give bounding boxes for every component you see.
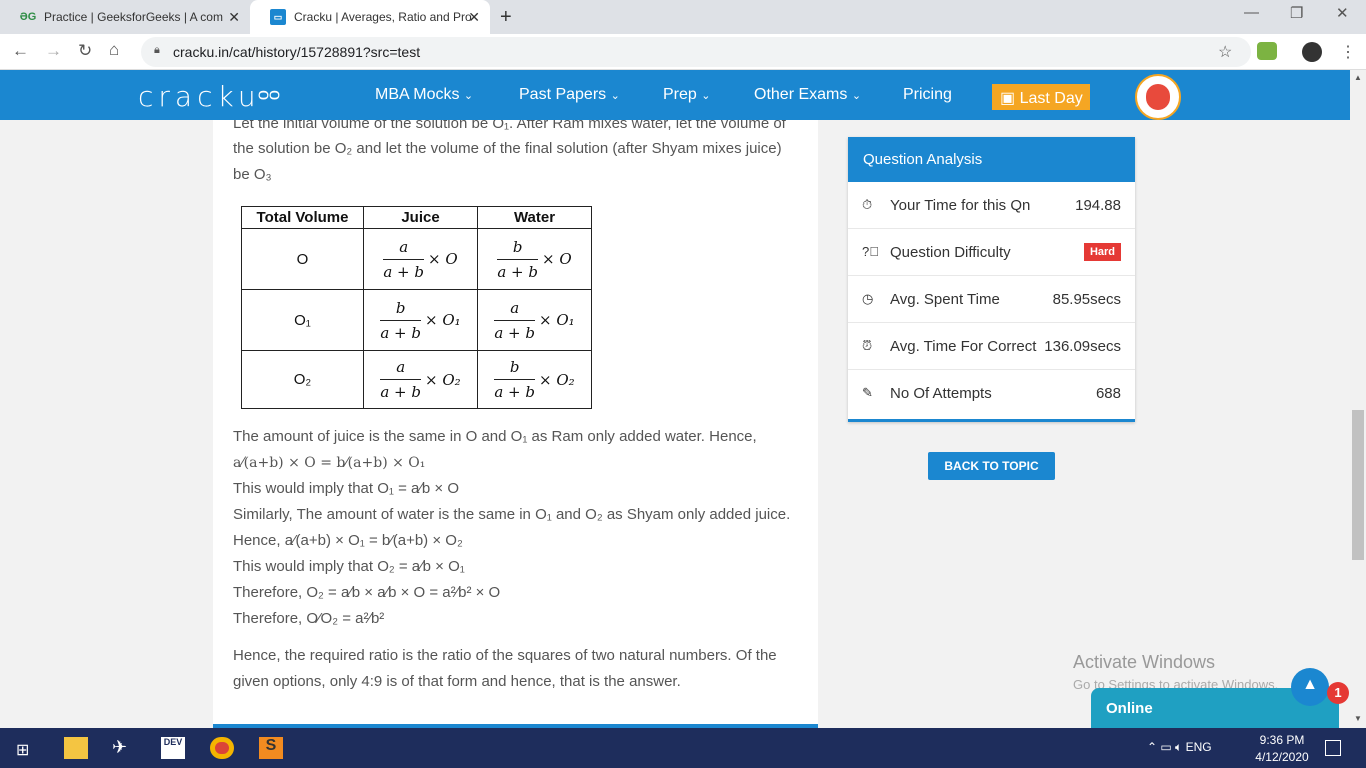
solution-line: This would imply that O₁ = a⁄b × O [233,480,459,497]
table-header: Total Volume [241,206,364,229]
url-text[interactable]: cracku.in/cat/history/15728891?src=test [173,44,420,60]
user-avatar[interactable] [1135,74,1181,120]
activate-windows-title: Activate Windows [1073,652,1216,672]
clock-date[interactable]: 4/12/2020 [1255,750,1309,764]
cracku-icon: ▭ [270,9,286,25]
profile-avatar[interactable] [1302,42,1322,62]
back-icon[interactable]: ← [12,41,29,61]
solution-line: Therefore, O₂ = a⁄b × a⁄b × O = a²⁄b² × … [233,584,501,601]
file-explorer-icon[interactable] [64,737,88,759]
logo-glasses-icon: ᴑᴑ [258,84,280,104]
table-row: O₁ ba + b × O₁ aa + b × O₁ [241,289,592,351]
analysis-row-attempts: ✎ No Of Attempts 688 [862,385,1121,402]
question-icon: ?⃝ [862,244,879,259]
notification-icon[interactable] [1325,740,1341,756]
nav-other-exams[interactable]: Other Exams ⌄ [754,86,861,104]
analysis-title: Question Analysis [848,137,1135,182]
nav-pricing[interactable]: Pricing [903,86,952,104]
solution-panel: Let the initial volume of the solution b… [213,120,818,726]
table-row: O₂ aa + b × O₂ ba + b × O₂ [241,350,592,409]
windows-start-icon[interactable]: ⊞ [16,740,32,759]
conclusion-line: Hence, the required ratio is the ratio o… [233,647,777,664]
minimize-icon[interactable]: — [1244,4,1259,21]
language-indicator[interactable]: ENG [1186,740,1212,754]
juice-cell: aa + b × O₂ [363,350,478,409]
table-header: Water [477,206,592,229]
solution-line: Similarly, The amount of water is the sa… [233,506,791,523]
close-window-icon[interactable]: ✕ [1336,4,1349,22]
analysis-row-avg-correct: ⏰︎ Avg. Time For Correct 136.09secs [848,323,1135,370]
solution-line: The amount of juice is the same in O and… [233,428,757,445]
new-tab-button[interactable]: + [500,6,512,29]
chevron-down-icon: ⌄ [701,90,711,102]
clock-icon: ◷ [862,291,874,306]
scrollbar-thumb[interactable] [1352,410,1364,560]
clock-time[interactable]: 9:36 PM [1255,733,1309,747]
back-to-topic-button[interactable]: BACK TO TOPIC [928,452,1055,480]
row-label: O₂ [241,350,364,409]
tab-geeksforgeeks[interactable]: ƏG Practice | GeeksforGeeks | A com ✕ [0,0,250,34]
bookmark-star-icon[interactable]: ☆ [1218,42,1232,62]
chat-notification-badge: 1 [1327,682,1349,704]
system-tray[interactable]: ⌃ ▭ 🔈︎ ENG [1147,740,1212,755]
chevron-down-icon: ⌄ [610,90,620,102]
row-label: O [241,228,364,290]
nav-mba-mocks[interactable]: MBA Mocks ⌄ [375,86,473,104]
analysis-row-difficulty: ?⃝ Question Difficulty Hard [848,229,1135,276]
scroll-down-icon[interactable]: ▼ [1354,714,1362,723]
extension-icon[interactable] [1257,42,1277,60]
reload-icon[interactable]: ↻ [78,41,92,61]
conclusion-line: given options, only 4:9 is of that form … [233,673,681,690]
water-cell: ba + b × O [477,228,592,290]
gfg-icon: ƏG [19,11,37,23]
page-scrollbar[interactable] [1350,70,1366,728]
solution-line: This would imply that O₂ = a⁄b × O₁ [233,558,465,575]
cracku-logo[interactable]: cracku [138,80,261,113]
intro-cut-line: Let the initial volume of the solution b… [233,120,786,132]
scroll-up-icon[interactable]: ▲ [1354,73,1362,82]
browser-menu-icon[interactable]: ⋮ [1340,42,1356,62]
juice-cell: ba + b × O₁ [363,289,478,351]
close-tab-icon[interactable]: ✕ [468,9,480,26]
chevron-down-icon: ⌄ [463,90,474,102]
stopwatch-icon: ⏱ [862,197,873,212]
difficulty-badge: Hard [1083,243,1121,261]
analysis-row-avg-spent: ◷ Avg. Spent Time 85.95secs [848,276,1135,323]
intro-line-2: be O₃ [233,166,272,183]
calendar-icon: ▣ [1000,90,1016,107]
tab-cracku[interactable]: ▭ Cracku | Averages, Ratio and Pro ✕ [250,0,490,34]
sublime-icon[interactable]: S [259,737,283,759]
solution-line: Hence, a⁄(a+b) × O₁ = b⁄(a+b) × O₂ [233,532,463,549]
table-header: Juice [363,206,478,229]
forward-icon[interactable]: → [45,41,62,61]
alarm-icon: ⏰︎ [862,338,873,353]
juice-cell: aa + b × O [363,228,478,290]
row-label: O₁ [241,289,364,351]
devcpp-icon[interactable]: DEV [161,737,185,759]
water-cell: ba + b × O₂ [477,350,592,409]
tab-title: Cracku | Averages, Ratio and Pro [294,10,472,24]
lock-icon[interactable]: 🔒︎ [154,44,160,57]
volume-table: Total Volume Juice Water O aa + b × O ba … [241,206,592,409]
edit-icon: ✎ [862,385,873,400]
app-icon[interactable]: ✈ [112,737,136,759]
table-row: O aa + b × O ba + b × O [241,228,592,290]
solution-line: Therefore, O⁄O₂ = a²⁄b² [233,610,385,627]
last-day-button[interactable]: ▣ Last Day [992,84,1090,110]
close-tab-icon[interactable]: ✕ [228,9,240,26]
nav-prep[interactable]: Prep ⌄ [663,86,710,104]
scroll-top-icon[interactable]: ▲ [1291,668,1329,706]
chevron-down-icon: ⌄ [851,90,862,102]
nav-past-papers[interactable]: Past Papers ⌄ [519,86,620,104]
chrome-icon[interactable] [210,737,234,759]
question-analysis-card: Question Analysis ⏱ Your Time for this Q… [848,137,1135,422]
water-cell: aa + b × O₁ [477,289,592,351]
home-icon[interactable]: ⌂ [109,40,119,60]
equation-line: a⁄(a+b) × O = b⁄(a+b) × O₁ [233,455,426,471]
analysis-row-your-time: ⏱ Your Time for this Qn 194.88 [848,182,1135,229]
tab-title: Practice | GeeksforGeeks | A com [44,10,223,24]
intro-line: the solution be O₂ and let the volume of… [233,140,782,157]
restore-icon[interactable]: ❐ [1290,4,1303,22]
